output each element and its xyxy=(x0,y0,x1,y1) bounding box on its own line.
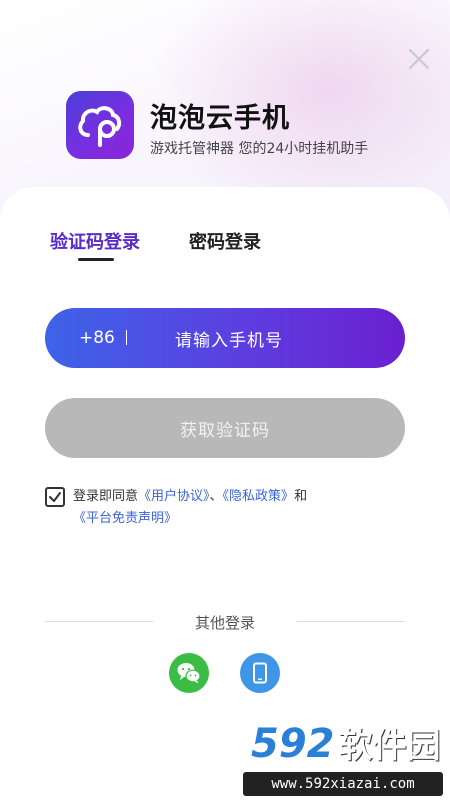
site-watermark: 592 软件园 www.592xiazai.com xyxy=(225,718,450,800)
agreement-and: 和 xyxy=(294,489,308,504)
phone-input[interactable]: +86 请输入手机号 xyxy=(45,308,405,368)
phone-login-button[interactable] xyxy=(240,653,280,693)
login-screen: 泡泡云手机 游戏托管神器 您的24小时挂机助手 验证码登录 密码登录 +86 请… xyxy=(0,0,450,800)
app-title: 泡泡云手机 xyxy=(150,103,290,134)
watermark-logo-text: 软件园 xyxy=(338,726,441,766)
divider-line-right xyxy=(297,621,405,622)
wechat-icon xyxy=(177,663,201,684)
watermark-number: 592 xyxy=(251,721,335,767)
status-bar xyxy=(0,0,450,30)
user-agreement-link[interactable]: 《用户协议》 xyxy=(138,489,210,504)
other-login-divider: 其他登录 xyxy=(45,612,405,632)
agreement-separator: 、 xyxy=(209,489,223,504)
field-divider xyxy=(126,330,127,345)
tab-sms-login[interactable]: 验证码登录 xyxy=(50,228,140,254)
agreement-text: 登录即同意《用户协议》、《隐私政策》和《平台免责声明》 xyxy=(73,486,405,530)
cloud-p-icon xyxy=(78,106,122,147)
app-slogan: 游戏托管神器 您的24小时挂机助手 xyxy=(150,141,369,157)
tab-password-login[interactable]: 密码登录 xyxy=(189,228,261,254)
other-login-label: 其他登录 xyxy=(194,614,255,632)
watermark-url: www.592xiazai.com xyxy=(243,772,443,796)
agreement-prefix: 登录即同意 xyxy=(73,489,139,504)
disclaimer-link[interactable]: 《平台免责声明》 xyxy=(73,511,177,526)
phone-placeholder: 请输入手机号 xyxy=(175,330,283,351)
agreement-checkbox[interactable] xyxy=(45,487,65,507)
privacy-policy-link[interactable]: 《隐私政策》 xyxy=(223,489,295,504)
app-logo xyxy=(66,91,134,159)
checkmark-icon xyxy=(49,492,61,502)
close-button[interactable] xyxy=(404,44,434,74)
watermark-logo: 592 软件园 xyxy=(251,722,441,768)
wechat-login-button[interactable] xyxy=(169,653,209,693)
active-tab-indicator xyxy=(78,258,114,261)
country-code-selector[interactable]: +86 xyxy=(79,328,115,348)
get-code-button[interactable]: 获取验证码 xyxy=(45,398,405,458)
close-icon xyxy=(408,48,430,70)
phone-icon xyxy=(253,662,267,684)
